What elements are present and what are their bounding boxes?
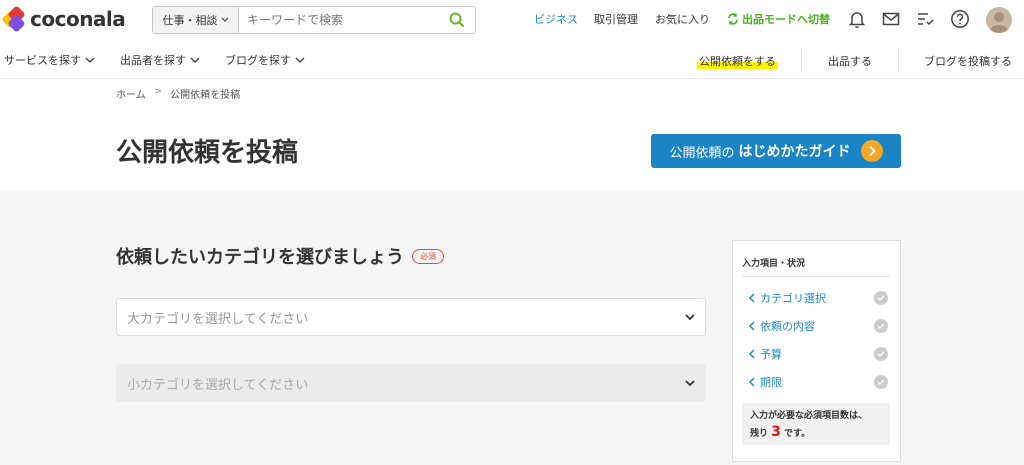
nav-find-sellers-label: 出品者を探す — [120, 54, 186, 67]
page-title: 公開依頼を投稿 — [116, 138, 299, 168]
progress-item-category[interactable]: カテゴリ選択 — [748, 290, 888, 306]
section-title-text: 依頼したいカテゴリを選びましょう — [116, 247, 404, 268]
remaining-text: 入力が必要な必須項目数は、 — [750, 411, 868, 421]
nav-find-services[interactable]: サービスを探す — [4, 52, 95, 68]
help-icon[interactable] — [950, 9, 970, 29]
search-bar: 仕事・相談 — [152, 6, 476, 34]
nav-bottom-border — [0, 78, 1024, 79]
nav-sell[interactable]: 出品する — [828, 53, 872, 69]
nav-divider — [898, 48, 899, 72]
remaining-count-box: 入力が必要な必須項目数は、 残り 3 です。 — [742, 403, 890, 445]
chevron-down-icon — [685, 313, 695, 320]
progress-item-label: カテゴリ選択 — [760, 292, 826, 305]
guide-button-prefix: 公開依頼の — [669, 145, 735, 161]
switch-mode-link[interactable]: 出品モードへ切替 — [727, 11, 830, 27]
check-circle-icon — [874, 291, 888, 305]
remaining-suffix: です。 — [784, 429, 811, 439]
progress-item-label: 依頼の内容 — [760, 320, 815, 333]
minor-category-select[interactable]: 小カテゴリを選択してください — [116, 364, 706, 402]
nav-public-request[interactable]: 公開依頼をする — [697, 53, 778, 69]
mail-icon[interactable] — [881, 9, 901, 29]
breadcrumb: ホーム > 公開依頼を投稿 — [116, 86, 240, 101]
section-title: 依頼したいカテゴリを選びましょう 必須 — [116, 243, 444, 269]
transactions-link[interactable]: 取引管理 — [594, 11, 638, 27]
minor-category-placeholder: 小カテゴリを選択してください — [127, 377, 309, 393]
nav-find-blogs[interactable]: ブログを探す — [225, 52, 305, 68]
chevron-right-icon — [860, 140, 883, 162]
progress-item-content[interactable]: 依頼の内容 — [748, 318, 888, 334]
guide-button[interactable]: 公開依頼の はじめかたガイド — [651, 134, 901, 168]
major-category-placeholder: 大カテゴリを選択してください — [127, 311, 309, 327]
avatar[interactable] — [986, 7, 1012, 33]
nav-divider — [801, 48, 802, 72]
chevron-left-icon — [748, 349, 755, 359]
search-button[interactable] — [439, 7, 475, 33]
required-badge: 必須 — [412, 248, 444, 264]
check-circle-icon — [874, 347, 888, 361]
user-silhouette-icon — [990, 12, 1008, 33]
remaining-prefix: 残り — [750, 429, 769, 439]
search-input[interactable] — [239, 7, 439, 33]
search-category-label: 仕事・相談 — [162, 14, 218, 27]
chevron-down-icon — [85, 57, 95, 63]
progress-panel-divider — [742, 276, 890, 277]
chevron-down-icon — [295, 57, 305, 63]
chevron-left-icon — [748, 377, 755, 387]
check-circle-icon — [874, 319, 888, 333]
progress-item-budget[interactable]: 予算 — [748, 346, 888, 362]
progress-panel-title: 入力項目・状況 — [742, 259, 806, 269]
chevron-down-icon — [221, 17, 228, 22]
remaining-line: 残り 3 です。 — [750, 424, 882, 442]
nav-find-blogs-label: ブログを探す — [225, 54, 291, 67]
search-icon — [449, 12, 465, 28]
logo-mark-icon — [1, 5, 26, 33]
check-circle-icon — [874, 375, 888, 389]
progress-item-label: 期限 — [760, 376, 782, 389]
nav-post-blog[interactable]: ブログを投稿する — [924, 53, 1012, 69]
chevron-down-icon — [190, 57, 200, 63]
coconala-logo[interactable]: coconala — [1, 5, 126, 33]
chevron-left-icon — [748, 321, 755, 331]
favorites-link[interactable]: お気に入り — [655, 11, 710, 27]
checklist-icon[interactable] — [915, 9, 935, 29]
nav-find-services-label: サービスを探す — [4, 54, 81, 67]
progress-item-label: 予算 — [760, 348, 782, 361]
chevron-left-icon — [748, 293, 755, 303]
breadcrumb-current: 公開依頼を投稿 — [170, 90, 241, 101]
nav-find-sellers[interactable]: 出品者を探す — [120, 52, 200, 68]
switch-arrows-icon — [728, 13, 738, 25]
search-category-select[interactable]: 仕事・相談 — [153, 7, 239, 33]
business-link[interactable]: ビジネス — [534, 11, 578, 27]
major-category-select[interactable]: 大カテゴリを選択してください — [116, 298, 706, 336]
progress-item-deadline[interactable]: 期限 — [748, 374, 888, 390]
bell-icon[interactable] — [847, 9, 867, 29]
remaining-count: 3 — [771, 424, 781, 440]
logo-text: coconala — [30, 7, 126, 31]
chevron-down-icon — [685, 379, 695, 386]
breadcrumb-separator: > — [153, 86, 163, 97]
switch-mode-label: 出品モードへ切替 — [742, 13, 830, 26]
breadcrumb-home[interactable]: ホーム — [116, 86, 146, 101]
guide-button-bold: はじめかたガイド — [738, 144, 851, 160]
